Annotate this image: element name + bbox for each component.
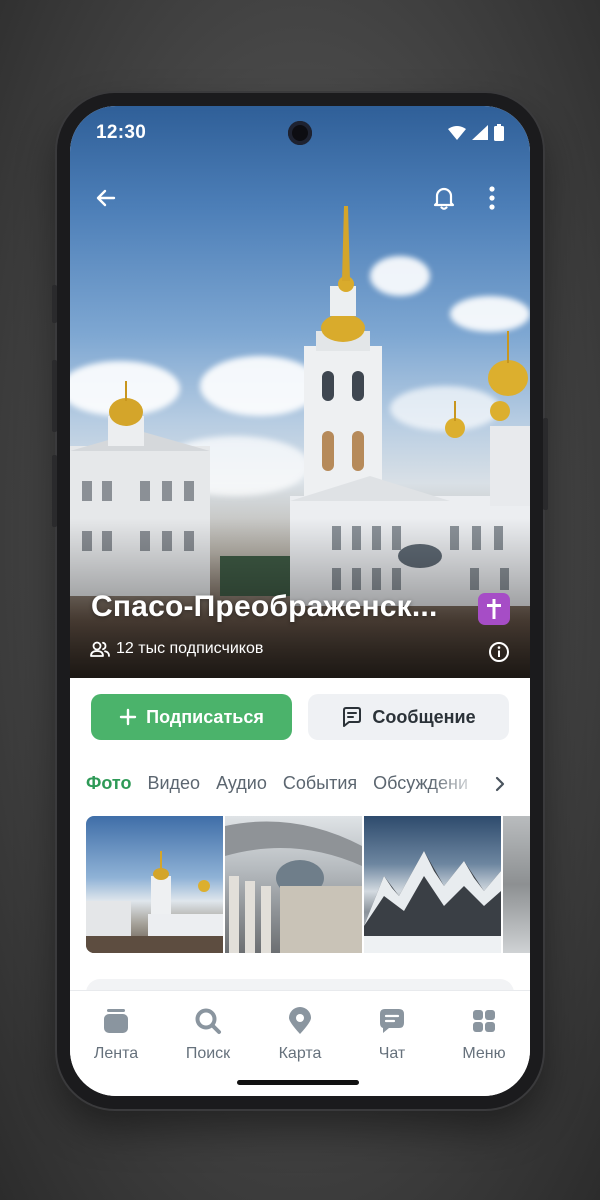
plus-icon (119, 708, 137, 726)
front-camera (288, 121, 312, 145)
status-icons (448, 124, 504, 141)
nav-menu[interactable]: Меню (438, 1007, 530, 1063)
nav-search-label: Поиск (185, 1045, 231, 1062)
tab-audio[interactable]: Аудио (216, 773, 267, 794)
subscribers-count[interactable]: 12 тыс подписчиков (90, 640, 263, 658)
info-icon (489, 642, 509, 662)
chat-icon (380, 1009, 404, 1033)
subscribers-text: 12 тыс подписчиков (116, 640, 264, 657)
nav-feed[interactable]: Лента (70, 1007, 162, 1063)
tabs-fade (430, 766, 490, 800)
cover-photo: 12:30 Спасо-Преображенск... 12 тыс подпи… (70, 106, 530, 678)
map-pin-icon (289, 1007, 311, 1034)
photo-strip (86, 816, 530, 953)
mountains-thumbnail-art (364, 851, 501, 953)
tab-video[interactable]: Видео (147, 773, 200, 794)
photo-thumbnail[interactable] (86, 816, 223, 953)
info-button[interactable] (488, 641, 510, 663)
message-label: Сообщение (372, 706, 476, 727)
photo-thumbnail[interactable] (364, 816, 501, 953)
subscribe-label: Подписаться (146, 706, 264, 727)
feed-icon (104, 1009, 128, 1033)
nav-menu-label: Меню (462, 1045, 506, 1062)
home-indicator[interactable] (237, 1080, 359, 1085)
message-button[interactable]: Сообщение (308, 694, 509, 740)
side-button (52, 360, 57, 432)
tab-photo[interactable]: Фото (86, 773, 131, 794)
tabs-scroll-button[interactable] (488, 772, 512, 796)
nav-chat-label: Чат (378, 1045, 406, 1062)
action-buttons: Подписаться Сообщение (91, 694, 509, 740)
grid-menu-icon (473, 1010, 495, 1032)
message-icon (343, 707, 362, 727)
users-icon (90, 641, 110, 657)
photo-thumbnail[interactable] (225, 816, 362, 953)
battery-icon (494, 124, 504, 141)
status-bar: 12:30 (70, 106, 530, 162)
nav-map[interactable]: Карта (254, 1007, 346, 1063)
tab-events[interactable]: События (283, 773, 357, 794)
more-vertical-icon (489, 186, 495, 210)
arrow-left-icon (96, 189, 116, 207)
bell-icon (433, 187, 455, 210)
nav-feed-label: Лента (93, 1045, 139, 1062)
side-button (52, 285, 57, 323)
photo-thumbnail[interactable] (503, 816, 530, 953)
subscribe-button[interactable]: Подписаться (91, 694, 292, 740)
cross-icon (487, 599, 501, 619)
nav-map-label: Карта (278, 1045, 322, 1062)
back-button[interactable] (88, 180, 124, 216)
colonnade-thumbnail-art (225, 821, 362, 953)
notifications-button[interactable] (426, 180, 462, 216)
community-title: Спасо-Преображенск... (91, 590, 438, 623)
orthodox-cross-badge (478, 593, 510, 625)
side-button (52, 455, 57, 527)
nav-chat[interactable]: Чат (346, 1007, 438, 1063)
nav-search[interactable]: Поиск (162, 1007, 254, 1063)
app-screen: 12:30 Спасо-Преображенск... 12 тыс подпи… (70, 106, 530, 1096)
status-time: 12:30 (96, 122, 147, 143)
more-options-button[interactable] (474, 180, 510, 216)
wifi-icon (448, 125, 466, 140)
search-icon (195, 1008, 221, 1034)
cathedral-thumbnail-art (86, 851, 223, 953)
chevron-right-icon (495, 776, 505, 792)
side-button (543, 418, 548, 510)
cellular-signal-icon (472, 125, 488, 140)
